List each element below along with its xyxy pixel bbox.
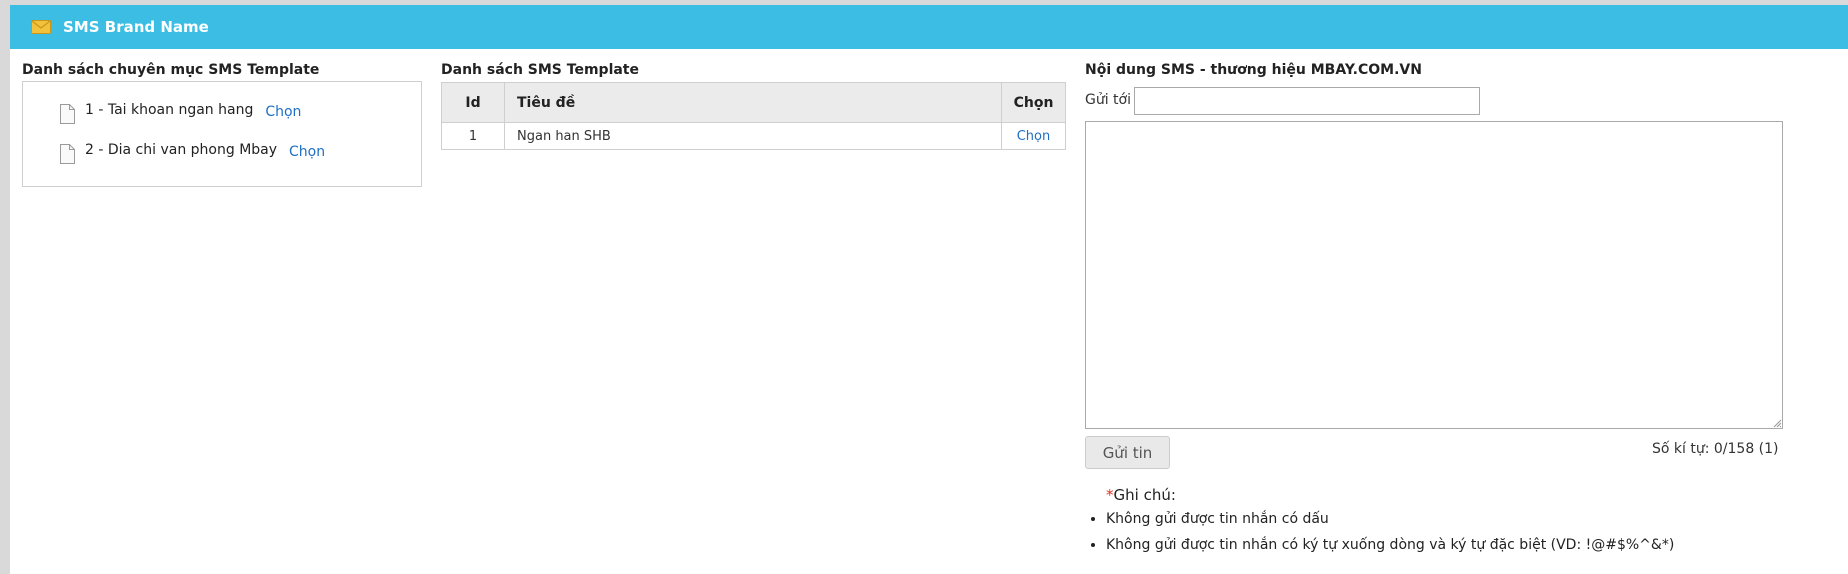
category-label: 2 - Dia chi van phong Mbay <box>85 142 278 158</box>
send-sms-button[interactable]: Gửi tin <box>1085 436 1170 469</box>
choose-template-link[interactable]: Chọn <box>1017 129 1051 144</box>
table-row: 1 Ngan han SHB Chọn <box>441 122 1066 150</box>
list-item: 2 - Dia chi van phong Mbay Chọn <box>59 142 325 164</box>
resize-grip-icon[interactable] <box>1772 418 1782 428</box>
notes-list: Không gửi được tin nhắn có dấu Không gửi… <box>1088 506 1674 558</box>
send-to-input[interactable] <box>1134 87 1480 115</box>
column-header-id: Id <box>441 82 505 123</box>
app-title: SMS Brand Name <box>63 18 209 36</box>
note-item: Không gửi được tin nhắn có dấu <box>1106 506 1674 532</box>
document-icon <box>60 144 75 164</box>
cell-title: Ngan han SHB <box>504 122 1002 150</box>
categories-list: 1 - Tai khoan ngan hang Chọn 2 - Dia chi… <box>22 81 422 187</box>
required-star: * <box>1106 486 1114 504</box>
character-counter: Số kí tự: 0/158 (1) <box>1652 441 1779 457</box>
column-header-choose: Chọn <box>1001 82 1066 123</box>
choose-category-link[interactable]: Chọn <box>289 144 325 160</box>
sms-title: Nội dung SMS - thương hiệu MBAY.COM.VN <box>1085 62 1422 78</box>
note-item: Không gửi được tin nhắn có ký tự xuống d… <box>1106 532 1674 558</box>
table-header-row: Id Tiêu đề Chọn <box>441 82 1066 123</box>
category-label: 1 - Tai khoan ngan hang <box>85 102 254 118</box>
templates-table: Id Tiêu đề Chọn 1 Ngan han SHB Chọn <box>441 82 1066 150</box>
send-to-label: Gửi tới <box>1085 92 1132 108</box>
note-title: *Ghi chú: <box>1106 486 1176 504</box>
column-header-title: Tiêu đề <box>504 82 1002 123</box>
sms-message-textarea[interactable] <box>1085 121 1783 429</box>
choose-category-link[interactable]: Chọn <box>265 104 301 120</box>
note-title-text: Ghi chú: <box>1113 486 1176 504</box>
categories-title: Danh sách chuyên mục SMS Template <box>22 62 320 78</box>
app-header: SMS Brand Name <box>10 5 1848 49</box>
left-gutter <box>0 0 10 574</box>
templates-title: Danh sách SMS Template <box>441 62 639 78</box>
list-item: 1 - Tai khoan ngan hang Chọn <box>59 102 301 124</box>
document-icon <box>60 104 75 124</box>
cell-choose: Chọn <box>1001 122 1066 150</box>
mail-icon <box>31 20 51 34</box>
cell-id: 1 <box>441 122 505 150</box>
